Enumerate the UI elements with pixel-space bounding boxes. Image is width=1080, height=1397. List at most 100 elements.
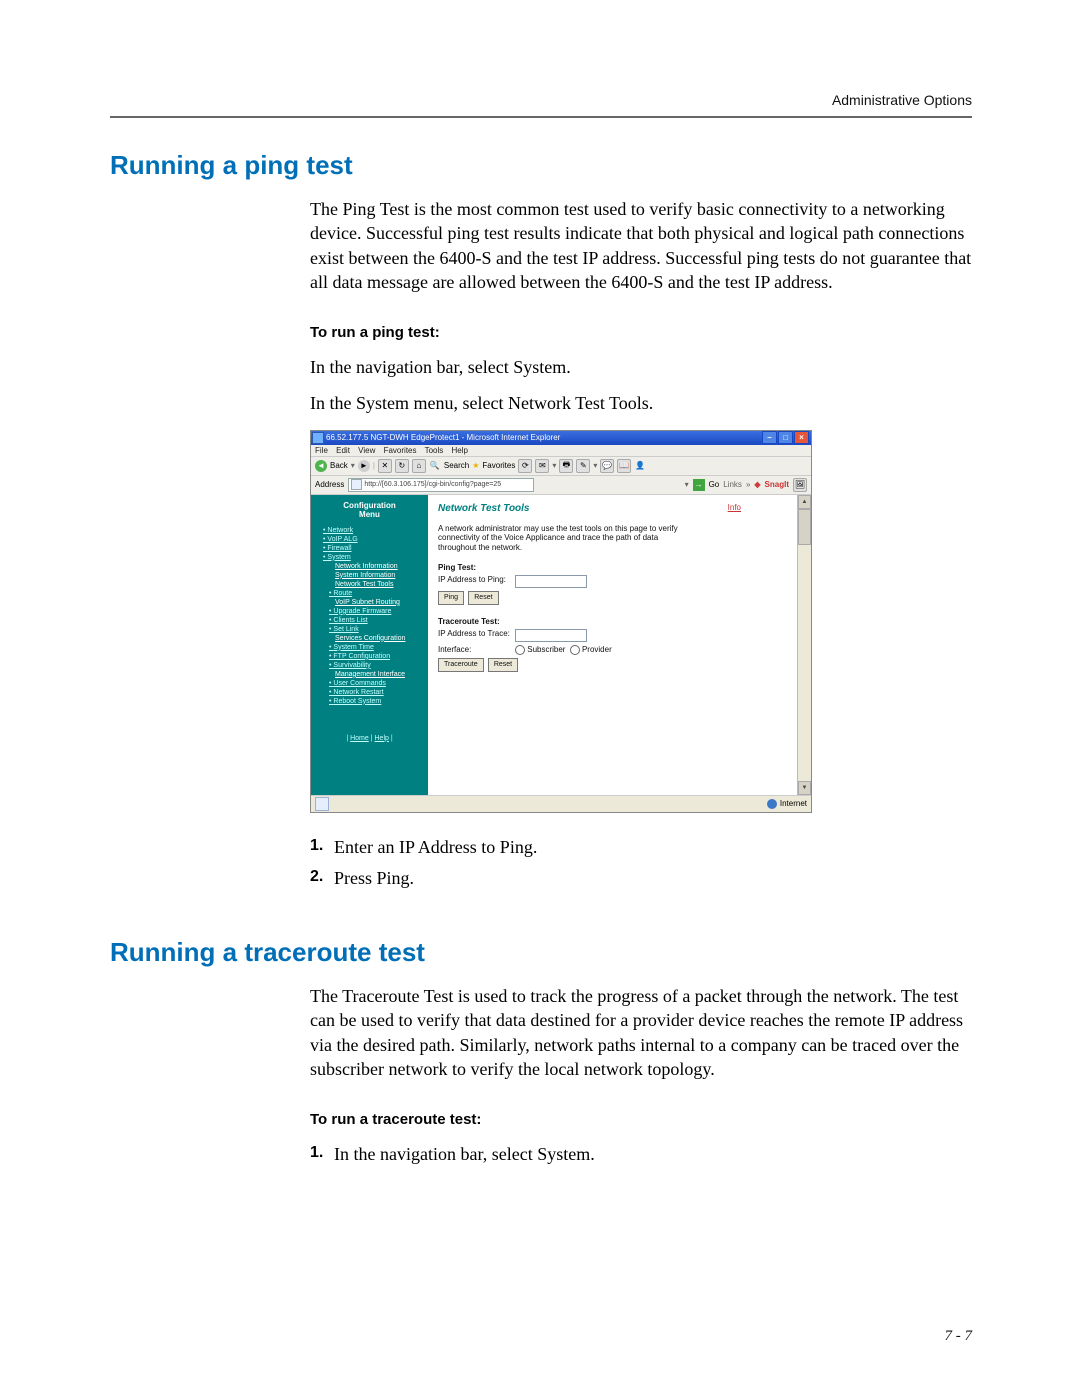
- ping-ip-input[interactable]: [515, 575, 587, 588]
- research-icon[interactable]: 📖: [617, 459, 631, 473]
- snagit-extra-icon[interactable]: 🖼: [793, 478, 807, 492]
- refresh-icon[interactable]: ↻: [395, 459, 409, 473]
- section-trace-para: The Traceroute Test is used to track the…: [310, 984, 972, 1081]
- print-icon[interactable]: 🖶: [559, 459, 573, 473]
- search-icon[interactable]: 🔍: [429, 460, 441, 472]
- trace-reset-button[interactable]: Reset: [488, 658, 518, 672]
- sidebar-item-ftp-config[interactable]: • FTP Configuration: [329, 653, 422, 660]
- zone-label: Internet: [780, 799, 807, 808]
- close-button[interactable]: ×: [794, 431, 809, 444]
- stop-icon[interactable]: ✕: [378, 459, 392, 473]
- snagit-label[interactable]: SnagIt: [765, 480, 789, 489]
- favorites-label[interactable]: Favorites: [482, 461, 515, 470]
- sidebar-item-route[interactable]: • Route: [329, 590, 422, 597]
- sidebar-item-mgmt-interface[interactable]: Management Interface: [335, 671, 422, 678]
- menu-tools[interactable]: Tools: [425, 446, 444, 455]
- scroll-thumb[interactable]: [798, 509, 811, 545]
- snagit-icon[interactable]: ◈: [754, 480, 760, 489]
- sidebar-item-system-info[interactable]: System Information: [335, 572, 422, 579]
- header-rule: [110, 116, 972, 118]
- ping-test-heading: Ping Test:: [438, 563, 801, 572]
- go-button[interactable]: →: [693, 479, 705, 491]
- menubar[interactable]: File Edit View Favorites Tools Help: [311, 445, 811, 457]
- subscriber-radio[interactable]: [515, 645, 525, 655]
- trace-ip-input[interactable]: [515, 629, 587, 642]
- section-title-traceroute: Running a traceroute test: [110, 937, 972, 968]
- sidebar-item-network-test-tools[interactable]: Network Test Tools: [335, 581, 422, 588]
- titlebar: 66.52.177.5 NGT-DWH EdgeProtect1 - Micro…: [311, 431, 811, 445]
- content-title: Network Test Tools: [438, 503, 801, 514]
- section-ping-para: The Ping Test is the most common test us…: [310, 197, 972, 294]
- subscriber-label: Subscriber: [527, 645, 565, 654]
- back-icon[interactable]: ◄: [315, 460, 327, 472]
- sidebar: Configuration Menu • Network • VoIP ALG …: [311, 495, 428, 795]
- globe-icon: [767, 799, 777, 809]
- forward-icon: ►: [358, 460, 370, 472]
- address-input[interactable]: http://[60.3.106.175]/cgi-bin/config?pag…: [348, 478, 534, 492]
- sidebar-item-set-link[interactable]: • Set Link: [329, 626, 422, 633]
- ping-nav-step1: In the navigation bar, select System.: [310, 355, 972, 379]
- menu-help[interactable]: Help: [452, 446, 468, 455]
- minimize-button[interactable]: –: [762, 431, 777, 444]
- interface-label: Interface:: [438, 645, 513, 654]
- sidebar-item-reboot-system[interactable]: • Reboot System: [329, 698, 422, 705]
- window-title: 66.52.177.5 NGT-DWH EdgeProtect1 - Micro…: [326, 433, 560, 442]
- links-label[interactable]: Links: [723, 480, 742, 489]
- sidebar-item-network-info[interactable]: Network Information: [335, 563, 422, 570]
- ping-button[interactable]: Ping: [438, 591, 464, 605]
- sidebar-item-upgrade-firmware[interactable]: • Upgrade Firmware: [329, 608, 422, 615]
- address-bar: Address http://[60.3.106.175]/cgi-bin/co…: [311, 476, 811, 495]
- sidebar-item-system-time[interactable]: • System Time: [329, 644, 422, 651]
- back-label[interactable]: Back: [330, 461, 348, 470]
- scroll-down-icon[interactable]: ▼: [798, 781, 811, 795]
- menu-edit[interactable]: Edit: [336, 446, 350, 455]
- trace-step1-num: 1.: [310, 1142, 334, 1167]
- sidebar-title-2: Menu: [359, 510, 380, 519]
- section-title-ping: Running a ping test: [110, 150, 972, 181]
- content-pane: Info Network Test Tools A network admini…: [428, 495, 811, 795]
- subhead-run-ping: To run a ping test:: [310, 324, 972, 341]
- sidebar-item-user-commands[interactable]: • User Commands: [329, 680, 422, 687]
- sidebar-item-network[interactable]: • Network: [323, 527, 422, 534]
- ping-step2-text: Press Ping.: [334, 866, 414, 891]
- sidebar-item-network-restart[interactable]: • Network Restart: [329, 689, 422, 696]
- vertical-scrollbar[interactable]: ▲ ▼: [797, 495, 811, 795]
- page-status-icon: [315, 797, 329, 811]
- address-label: Address: [315, 480, 344, 489]
- subhead-run-trace: To run a traceroute test:: [310, 1111, 972, 1128]
- content-desc: A network administrator may use the test…: [438, 524, 688, 553]
- toolbar: ◄ Back ▾ ► | ✕ ↻ ⌂ 🔍 Search ★ Favorites …: [311, 457, 811, 476]
- menu-view[interactable]: View: [358, 446, 375, 455]
- menu-file[interactable]: File: [315, 446, 328, 455]
- traceroute-button[interactable]: Traceroute: [438, 658, 484, 672]
- sidebar-item-clients-list[interactable]: • Clients List: [329, 617, 422, 624]
- sidebar-item-system[interactable]: • System: [323, 554, 422, 561]
- mail-icon[interactable]: ✉: [535, 459, 549, 473]
- sidebar-item-voip-subnet[interactable]: VoIP Subnet Routing: [335, 599, 422, 606]
- ping-step1-num: 1.: [310, 835, 334, 860]
- ie-icon: [313, 433, 323, 443]
- page-icon: [351, 479, 362, 490]
- page-number: 7 - 7: [945, 1328, 973, 1345]
- ping-ip-label: IP Address to Ping:: [438, 575, 513, 584]
- sidebar-link-help[interactable]: Help: [375, 735, 389, 742]
- ping-reset-button[interactable]: Reset: [468, 591, 498, 605]
- maximize-button[interactable]: □: [778, 431, 793, 444]
- sidebar-item-survivability[interactable]: • Survivability: [329, 662, 422, 669]
- go-label[interactable]: Go: [709, 480, 720, 489]
- messenger-icon[interactable]: 👤: [634, 460, 646, 472]
- sidebar-item-firewall[interactable]: • Firewall: [323, 545, 422, 552]
- menu-favorites[interactable]: Favorites: [384, 446, 417, 455]
- edit-icon[interactable]: ✎: [576, 459, 590, 473]
- search-label[interactable]: Search: [444, 461, 469, 470]
- discuss-icon[interactable]: 💬: [600, 459, 614, 473]
- scroll-up-icon[interactable]: ▲: [798, 495, 811, 509]
- screenshot-ie-window: 66.52.177.5 NGT-DWH EdgeProtect1 - Micro…: [310, 430, 812, 813]
- history-icon[interactable]: ⟳: [518, 459, 532, 473]
- provider-radio[interactable]: [570, 645, 580, 655]
- home-icon[interactable]: ⌂: [412, 459, 426, 473]
- sidebar-link-home[interactable]: Home: [350, 735, 369, 742]
- sidebar-item-services-config[interactable]: Services Configuration: [335, 635, 422, 642]
- info-link[interactable]: Info: [728, 503, 741, 512]
- sidebar-item-voip-alg[interactable]: • VoIP ALG: [323, 536, 422, 543]
